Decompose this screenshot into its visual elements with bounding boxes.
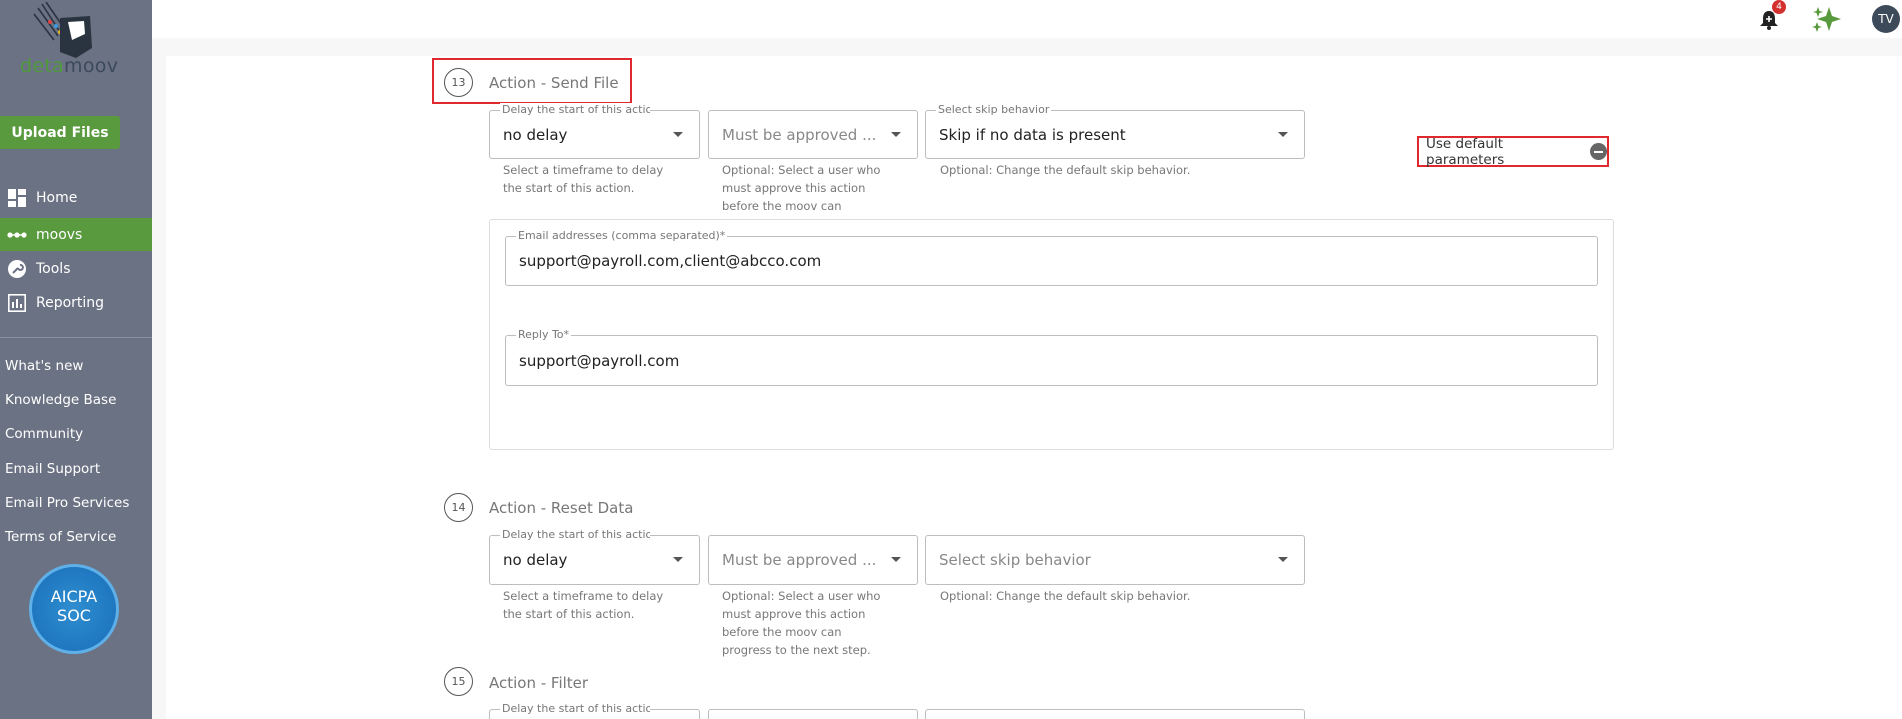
sidebar: detamoov Upload Files Home moovs Tools R…: [0, 0, 152, 719]
wrench-icon: [7, 259, 27, 279]
ai-sparkle-icon[interactable]: [1811, 5, 1843, 33]
sidebar-item-moovs[interactable]: moovs: [0, 218, 152, 251]
approver-select[interactable]: Must be approved ...: [708, 535, 918, 585]
email-addresses-input[interactable]: [519, 237, 1556, 285]
step-title-15: Action - Filter: [489, 674, 589, 692]
sidebar-item-label: Reporting: [36, 294, 105, 311]
delay-helper-text: Select a timeframe to delay the start of…: [503, 161, 663, 197]
helper-line: Select a timeframe to delay: [503, 589, 664, 603]
skip-behavior-select[interactable]: Select skip behavior Skip if no data is …: [925, 103, 1305, 159]
skip-helper-text: Optional: Change the default skip behavi…: [940, 589, 1191, 603]
send-file-parameters-card: Email addresses (comma separated)* Reply…: [489, 219, 1614, 450]
chevron-down-icon: [1278, 131, 1288, 137]
delay-select-value: no delay: [503, 551, 568, 569]
badge-line-2: SOC: [57, 606, 91, 625]
approver-select[interactable]: [708, 709, 918, 719]
reply-to-input[interactable]: [519, 336, 1556, 385]
approver-select-placeholder: Must be approved ...: [722, 125, 877, 144]
helper-line: before the moov can: [722, 625, 842, 639]
helper-line: the start of this action.: [503, 607, 635, 621]
sidebar-item-label: Tools: [36, 260, 71, 277]
link-whats-new[interactable]: What's new: [5, 358, 83, 374]
step-title-14: Action - Reset Data: [489, 499, 634, 517]
delay-select-label: Delay the start of this action: [500, 103, 650, 116]
sidebar-item-tools[interactable]: Tools: [0, 252, 152, 285]
approver-helper-text: Optional: Select a user who must approve…: [722, 161, 880, 215]
bar-chart-icon: [7, 293, 27, 313]
skip-behavior-value: Skip if no data is present: [939, 125, 1126, 144]
link-knowledge-base[interactable]: Knowledge Base: [5, 392, 116, 408]
logo-text-moov: moov: [64, 55, 119, 77]
helper-line: progress to the next step.: [722, 643, 871, 657]
top-bar: [152, 0, 1902, 38]
use-default-parameters-label: Use default parameters: [1426, 135, 1505, 168]
sidebar-divider: [0, 337, 152, 338]
sidebar-item-reporting[interactable]: Reporting: [0, 286, 152, 319]
helper-line: must approve this action: [722, 607, 866, 621]
chevron-down-icon: [891, 557, 901, 562]
helper-line: Select a timeframe to delay: [503, 163, 664, 177]
helper-line: must approve this action: [722, 181, 866, 195]
link-community[interactable]: Community: [5, 426, 83, 442]
helper-line: the start of this action.: [503, 181, 635, 195]
delay-select-label: Delay the start of this action: [500, 702, 650, 715]
step-number-15: 15: [444, 667, 473, 696]
delay-select[interactable]: Delay the start of this action no delay: [489, 103, 700, 159]
chevron-down-icon: [673, 557, 683, 562]
dashboard-icon: [7, 188, 27, 208]
chevron-down-icon: [891, 131, 901, 137]
logo-text-deta: deta: [20, 55, 65, 77]
sidebar-item-label: moovs: [36, 226, 83, 243]
step-number-13: 13: [444, 68, 473, 97]
approver-select-placeholder: Must be approved ...: [722, 551, 877, 569]
sidebar-item-home[interactable]: Home: [0, 181, 152, 214]
upload-files-button[interactable]: Upload Files: [0, 116, 120, 149]
link-terms-of-service[interactable]: Terms of Service: [5, 529, 116, 545]
helper-line: Optional: Select a user who: [722, 589, 881, 603]
aicpa-soc-badge: AICPA SOC: [29, 564, 119, 654]
approver-select[interactable]: Must be approved ...: [708, 110, 918, 159]
email-addresses-field[interactable]: Email addresses (comma separated)*: [505, 229, 1598, 286]
chevron-down-icon: [1278, 557, 1288, 562]
badge-line-1: AICPA: [50, 587, 98, 606]
delay-select[interactable]: Delay the start of this action no delay: [489, 528, 700, 585]
sidebar-item-label: Home: [36, 189, 78, 206]
moovs-dots-icon: [7, 225, 27, 245]
use-default-parameters-toggle[interactable]: Use default parameters: [1417, 135, 1609, 168]
delay-select-label: Delay the start of this action: [500, 528, 650, 541]
notification-count-badge: 4: [1772, 0, 1786, 14]
logo-wordmark: detamoov: [20, 55, 118, 77]
link-email-support[interactable]: Email Support: [5, 461, 100, 477]
reply-to-field[interactable]: Reply To*: [505, 328, 1598, 386]
user-avatar[interactable]: TV: [1872, 5, 1900, 33]
skip-behavior-placeholder: Select skip behavior: [939, 551, 1091, 569]
step-number-14: 14: [444, 493, 473, 522]
link-email-pro-services[interactable]: Email Pro Services: [5, 495, 129, 511]
helper-line: Optional: Select a user who: [722, 163, 881, 177]
chevron-down-icon: [673, 131, 683, 137]
approver-helper-text: Optional: Select a user who must approve…: [722, 587, 880, 659]
minus-circle-icon: [1590, 143, 1607, 160]
delay-helper-text: Select a timeframe to delay the start of…: [503, 587, 663, 623]
skip-behavior-select[interactable]: [925, 709, 1305, 719]
skip-behavior-label: Select skip behavior: [936, 103, 1052, 116]
step-title-13: Action - Send File: [489, 74, 619, 92]
skip-behavior-select[interactable]: Select skip behavior: [925, 535, 1305, 585]
skip-helper-text: Optional: Change the default skip behavi…: [940, 163, 1191, 177]
delay-select[interactable]: Delay the start of this action: [489, 702, 700, 719]
helper-line: before the moov can: [722, 199, 842, 213]
delay-select-value: no delay: [503, 125, 568, 144]
